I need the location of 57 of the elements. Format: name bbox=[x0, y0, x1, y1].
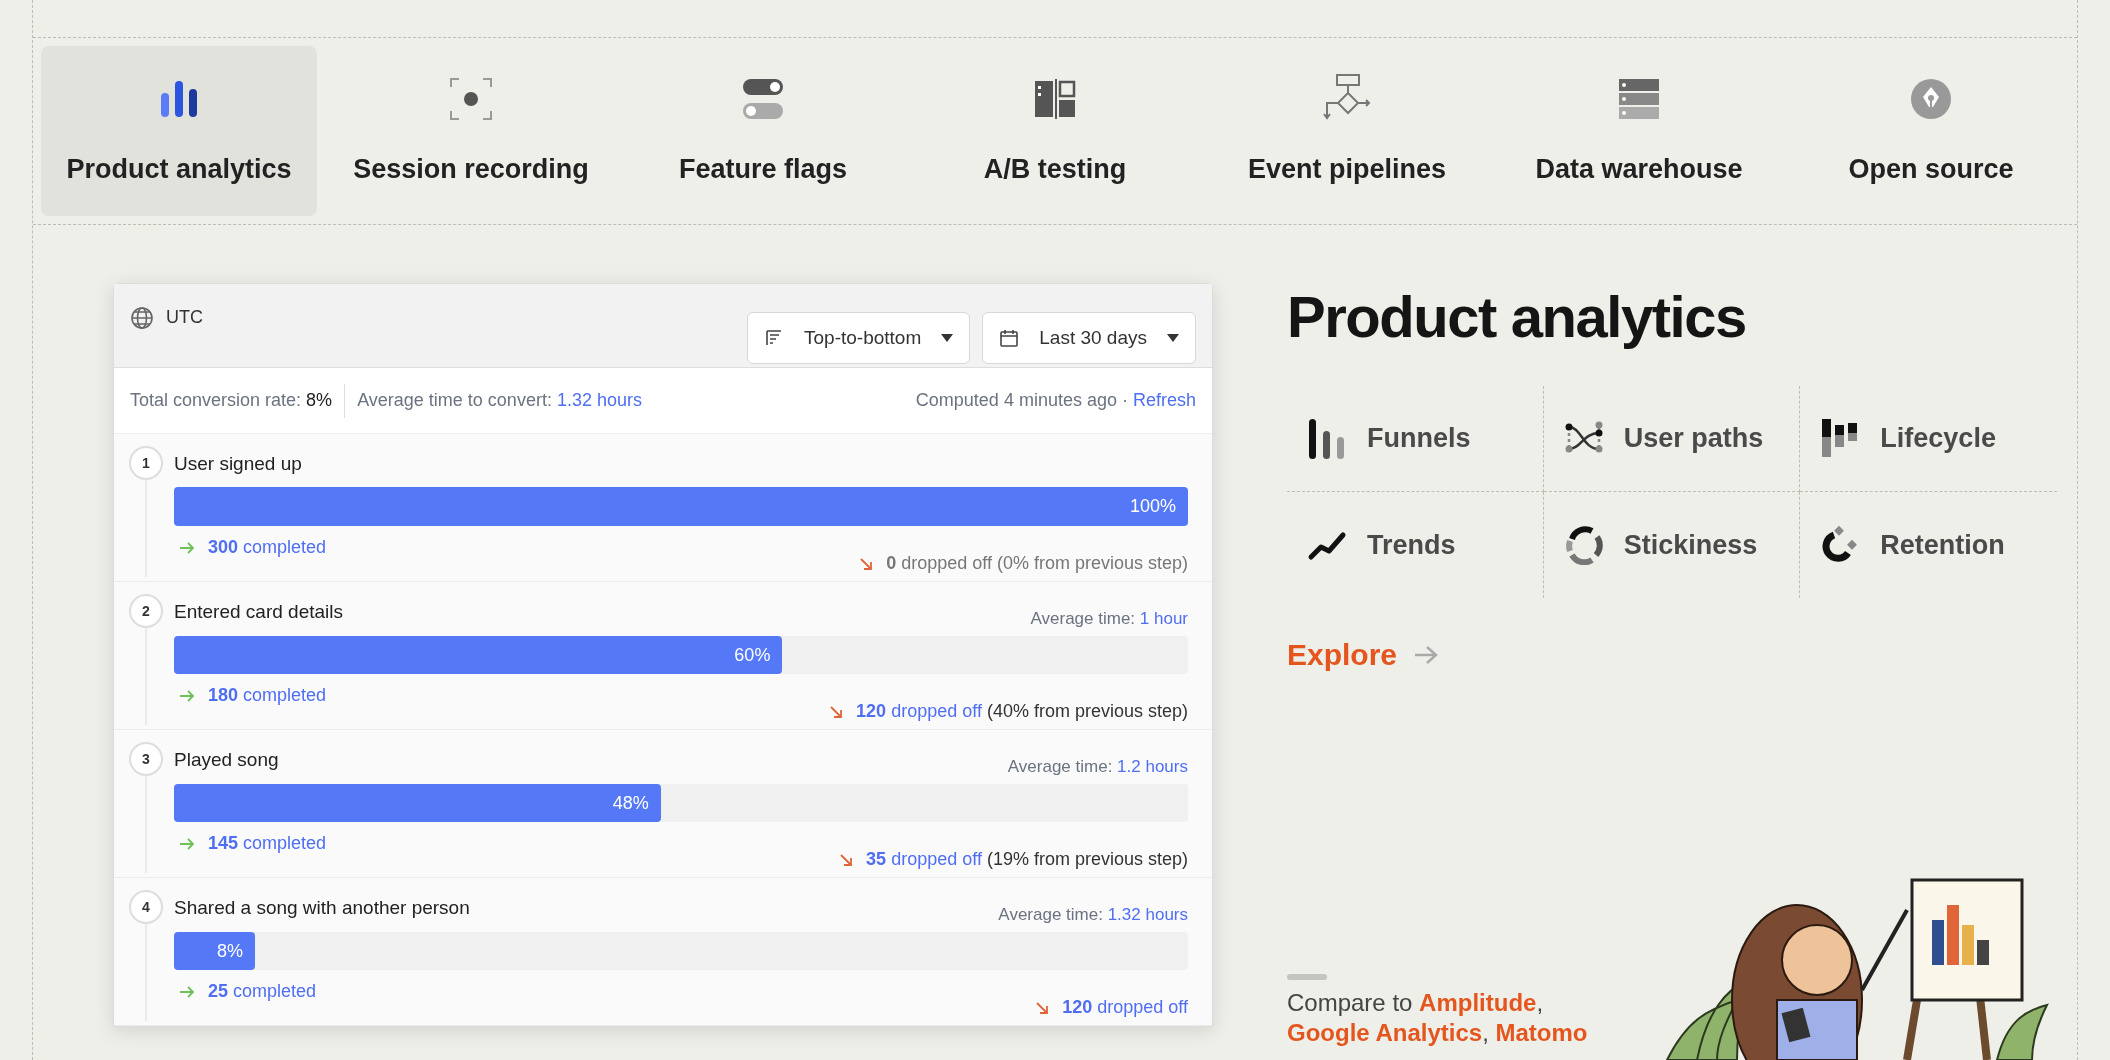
step-number: 1 bbox=[129, 446, 163, 480]
arrow-down-right-icon bbox=[838, 851, 855, 868]
feature-link[interactable]: Retention bbox=[1800, 492, 2057, 598]
step-name: Played song bbox=[174, 748, 279, 772]
step-average-time: Average time: 1.2 hours bbox=[1007, 756, 1188, 778]
timezone-label: UTC bbox=[166, 306, 203, 329]
product-tab[interactable]: Event pipelines bbox=[1201, 38, 1493, 224]
arrow-down-right-icon bbox=[828, 703, 845, 720]
average-time-text: Average time to convert: 1.32 hours bbox=[357, 389, 642, 412]
ordering-dropdown[interactable]: Top-to-bottom bbox=[747, 312, 971, 364]
step-name: User signed up bbox=[174, 452, 302, 476]
dropped-off-text: 35 dropped off (19% from previous step) bbox=[866, 848, 1188, 871]
feature-link[interactable]: Lifecycle bbox=[1800, 386, 2057, 492]
dropped-off-text: 120 dropped off bbox=[1062, 996, 1188, 1019]
step-number: 3 bbox=[129, 742, 163, 776]
arrow-down-right-icon bbox=[858, 555, 875, 572]
step-name: Shared a song with another person bbox=[174, 896, 470, 920]
list-icon bbox=[764, 328, 784, 348]
feature-link[interactable]: User paths bbox=[1543, 386, 1801, 492]
step-number: 2 bbox=[129, 594, 163, 628]
caret-icon bbox=[1167, 334, 1179, 342]
percent-label: 48% bbox=[612, 791, 649, 815]
compare-text: Compare to Amplitude, Google Analytics, Matomo bbox=[1287, 988, 1589, 1048]
completed-text: 300 completed bbox=[208, 536, 327, 559]
arrow-right-icon bbox=[1413, 643, 1440, 666]
bars-icon bbox=[1307, 418, 1347, 459]
product-tab[interactable]: Session recording bbox=[325, 38, 617, 224]
percent-label: 8% bbox=[217, 939, 244, 963]
completed-text: 25 completed bbox=[208, 980, 317, 1003]
percent-label: 100% bbox=[1129, 494, 1176, 518]
completed-text: 145 completed bbox=[208, 832, 327, 855]
dropped-off-text: 120 dropped off (40% from previous step) bbox=[856, 700, 1188, 723]
product-tab[interactable]: A/B testing bbox=[909, 38, 1201, 224]
dropped-off-text: 0 dropped off (0% from previous step) bbox=[886, 552, 1188, 575]
product-tab[interactable]: Product analytics bbox=[41, 46, 317, 216]
conversion-rate-text: Total conversion rate: 8% bbox=[130, 389, 333, 412]
step-number: 4 bbox=[129, 890, 163, 924]
date-range-dropdown[interactable]: Last 30 days bbox=[982, 312, 1196, 364]
accent-bar bbox=[1287, 974, 1327, 980]
feature-link[interactable]: Stickiness bbox=[1543, 492, 1801, 598]
completed-text: 180 completed bbox=[208, 684, 327, 707]
section-title: Product analytics bbox=[1287, 283, 1747, 351]
caret-icon bbox=[941, 334, 954, 342]
calendar-icon bbox=[999, 328, 1020, 348]
feature-link[interactable]: Trends bbox=[1287, 492, 1544, 598]
step-average-time: Average time: 1.32 hours bbox=[998, 904, 1188, 926]
globe-icon bbox=[130, 305, 154, 330]
computed-text: Computed 4 minutes ago · Refresh bbox=[915, 389, 1196, 412]
product-tab[interactable]: Data warehouse bbox=[1493, 38, 1785, 224]
arrow-down-right-icon bbox=[1034, 999, 1051, 1016]
step-name: Entered card details bbox=[174, 600, 343, 624]
percent-label: 60% bbox=[734, 643, 771, 667]
refresh-link[interactable]: Refresh bbox=[1132, 390, 1196, 410]
feature-link[interactable]: Funnels bbox=[1287, 386, 1544, 492]
product-tab[interactable]: Open source bbox=[1785, 38, 2077, 224]
step-average-time: Average time: 1 hour bbox=[1030, 608, 1188, 630]
product-tab[interactable]: Feature flags bbox=[617, 38, 909, 224]
